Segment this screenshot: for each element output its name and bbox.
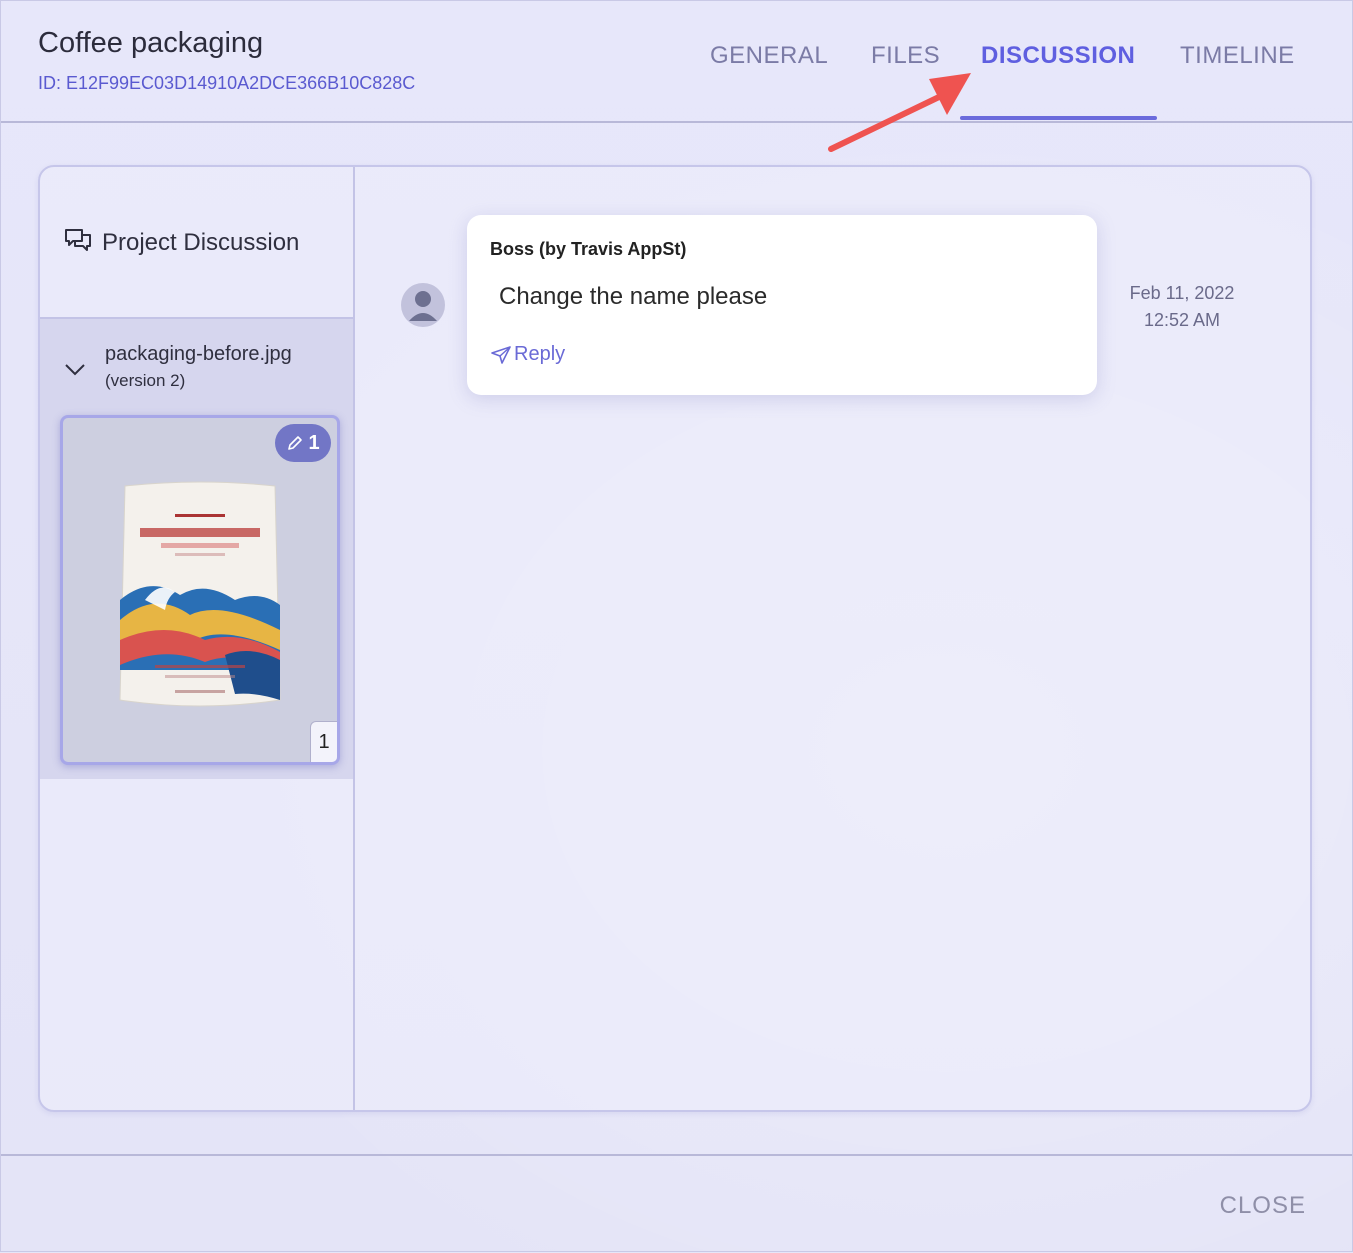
comment-author: Boss (by Travis AppSt) [490, 239, 687, 259]
send-icon [491, 345, 511, 364]
pencil-icon [288, 436, 303, 450]
project-title: Coffee packaging [38, 27, 264, 59]
project-dialog: Coffee packaging ID: E12F99EC03D14910A2D… [0, 0, 1353, 1252]
comment-text: Change the name please [499, 283, 768, 310]
tab-general[interactable]: GENERAL [710, 42, 828, 70]
annotation-count: 1 [308, 431, 320, 454]
dialog-header: Coffee packaging ID: E12F99EC03D14910A2D… [1, 1, 1352, 123]
project-id: ID: E12F99EC03D14910A2DCE366B10C828C [38, 73, 416, 93]
user-icon [409, 291, 437, 321]
comment-time: 12:52 AM [1143, 310, 1221, 330]
project-discussion-item[interactable]: Project Discussion [40, 167, 353, 319]
tab-discussion[interactable]: DISCUSSION [981, 42, 1135, 70]
user-avatar [401, 283, 445, 327]
file-name: packaging-before.jpg [105, 343, 292, 365]
tab-timeline[interactable]: TIMELINE [1180, 42, 1295, 70]
close-button[interactable]: CLOSE [1220, 1192, 1306, 1220]
comment-card: Boss (by Travis AppSt) Change the name p… [467, 215, 1097, 395]
dialog-footer: CLOSE [1, 1154, 1352, 1253]
project-discussion-label: Project Discussion [102, 229, 300, 256]
discussion-sidebar: Project Discussion packaging-before.jpg … [40, 167, 355, 1110]
file-thread: packaging-before.jpg (version 2) 1 1 [40, 319, 353, 779]
discussion-panel: Project Discussion packaging-before.jpg … [38, 165, 1312, 1112]
comment-timestamp: Feb 11, 2022 12:52 AM [1118, 280, 1246, 334]
page-number: 1 [310, 721, 337, 762]
chevron-down-icon[interactable] [64, 361, 86, 377]
annotation-arrow-icon [828, 73, 971, 152]
comment-date: Feb 11, 2022 [1129, 283, 1235, 303]
coffee-bag-image [119, 481, 281, 707]
file-thumbnail[interactable]: 1 1 [60, 415, 340, 765]
chat-bubbles-icon [65, 229, 91, 251]
reply-button[interactable]: Reply [490, 343, 565, 366]
file-version: (version 2) [105, 371, 186, 390]
annotation-count-badge[interactable]: 1 [275, 424, 331, 462]
reply-label: Reply [514, 343, 566, 365]
active-tab-indicator [960, 116, 1157, 120]
